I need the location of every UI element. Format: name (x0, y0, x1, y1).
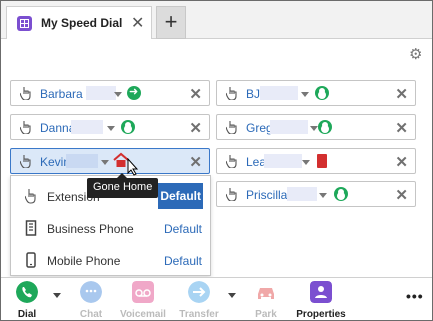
chevron-down-icon[interactable] (310, 126, 318, 131)
hand-pointer-icon (226, 188, 237, 201)
voicemail-label: Voicemail (120, 309, 166, 320)
speed-dial-entry-bj[interactable]: BJ ✕ (216, 80, 416, 106)
available-icon (315, 86, 329, 100)
hand-pointer-icon (226, 155, 237, 168)
car-icon (258, 288, 274, 299)
redacted-surname (287, 187, 317, 201)
speed-dial-entry-barbara[interactable]: Barbara ✕ (10, 80, 210, 106)
tab-my-speed-dial[interactable]: My Speed Dial ✕ (6, 6, 152, 39)
available-icon (334, 187, 348, 201)
forward-arrow-icon (127, 85, 141, 100)
available-icon (121, 120, 135, 134)
redacted-surname (264, 154, 302, 168)
chevron-down-icon[interactable] (319, 193, 327, 198)
default-link[interactable]: Default (164, 254, 202, 268)
park-label: Park (255, 309, 277, 320)
chevron-down-icon[interactable] (101, 160, 109, 165)
speed-dial-entry-lea[interactable]: Lea ✕ (216, 148, 416, 174)
hand-pointer-icon (20, 155, 31, 168)
status-tooltip: Gone Home (87, 173, 159, 198)
entry-name: BJ (246, 87, 261, 101)
chevron-down-icon[interactable] (114, 92, 122, 97)
transfer-label: Transfer (179, 309, 219, 320)
dial-label: Dial (17, 309, 37, 320)
entry-name: Priscilla (246, 188, 288, 202)
dial-button[interactable]: Dial (2, 281, 52, 320)
mobile-phone-icon (26, 252, 36, 268)
transfer-arrow-icon (188, 281, 210, 303)
voicemail-icon (132, 281, 154, 303)
office-building-icon (25, 220, 37, 236)
hand-pointer-icon (226, 87, 237, 100)
entry-name: Greg (246, 121, 273, 135)
tab-title: My Speed Dial (41, 16, 123, 30)
remove-icon[interactable]: ✕ (189, 153, 202, 171)
close-icon[interactable]: ✕ (131, 13, 144, 33)
phone-icon (16, 281, 38, 303)
entry-name: Barbara (40, 87, 83, 101)
voicemail-button[interactable]: Voicemail (118, 281, 168, 320)
bottom-toolbar: Dial Chat Voicemail Transfer Park Proper… (1, 277, 432, 320)
speed-dial-entry-kevin[interactable]: Kevin ✕ (10, 148, 210, 174)
chat-label: Chat (79, 309, 103, 320)
remove-icon[interactable]: ✕ (395, 186, 408, 204)
add-tab-button[interactable]: + (156, 6, 186, 39)
menu-item-label: Business Phone (47, 222, 134, 236)
speed-dial-entry-greg[interactable]: Greg ✕ (216, 114, 416, 140)
remove-icon[interactable]: ✕ (189, 85, 202, 103)
menu-item-business-phone[interactable]: Business Phone Default (11, 212, 210, 244)
speed-dial-icon (17, 16, 32, 31)
menu-item-label: Mobile Phone (47, 254, 121, 268)
chevron-down-icon[interactable] (228, 293, 236, 298)
hand-pointer-icon (20, 121, 31, 134)
remove-icon[interactable]: ✕ (395, 119, 408, 137)
redacted-surname (71, 120, 103, 134)
remove-icon[interactable]: ✕ (395, 153, 408, 171)
remove-icon[interactable]: ✕ (189, 119, 202, 137)
chevron-down-icon[interactable] (53, 293, 61, 298)
hand-pointer-icon (226, 121, 237, 134)
hand-pointer-icon (25, 189, 36, 204)
hand-pointer-icon (20, 87, 31, 100)
contact-card-icon (310, 281, 332, 303)
properties-label: Properties (296, 309, 346, 320)
default-link[interactable]: Default (164, 222, 202, 236)
tab-bar: My Speed Dial ✕ + (1, 1, 432, 39)
properties-button[interactable]: Properties (296, 281, 346, 320)
remove-icon[interactable]: ✕ (395, 85, 408, 103)
speed-dial-entry-priscilla[interactable]: Priscilla ✕ (216, 181, 416, 207)
transfer-button[interactable]: Transfer (174, 281, 224, 320)
chevron-down-icon[interactable] (302, 160, 310, 165)
chat-button[interactable]: Chat (66, 281, 116, 320)
default-button[interactable]: Default (158, 183, 203, 209)
chevron-down-icon[interactable] (301, 92, 309, 97)
gear-icon[interactable]: ⚙ (409, 47, 423, 62)
chat-icon (80, 281, 102, 303)
speed-dial-entry-danna[interactable]: Danna ✕ (10, 114, 210, 140)
redacted-surname (86, 86, 116, 100)
chevron-down-icon[interactable] (107, 126, 115, 131)
redacted-surname (270, 120, 308, 134)
mouse-cursor-icon (127, 158, 139, 176)
busy-book-icon (317, 154, 327, 168)
menu-item-mobile-phone[interactable]: Mobile Phone Default (11, 244, 210, 276)
redacted-surname (66, 154, 98, 168)
redacted-surname (260, 86, 298, 100)
park-button[interactable]: Park (241, 281, 291, 320)
more-options-icon[interactable]: ••• (406, 288, 424, 304)
available-icon (318, 120, 332, 134)
speed-dial-window: My Speed Dial ✕ + ⚙ Barbara ✕ BJ ✕ Danna… (0, 0, 433, 321)
